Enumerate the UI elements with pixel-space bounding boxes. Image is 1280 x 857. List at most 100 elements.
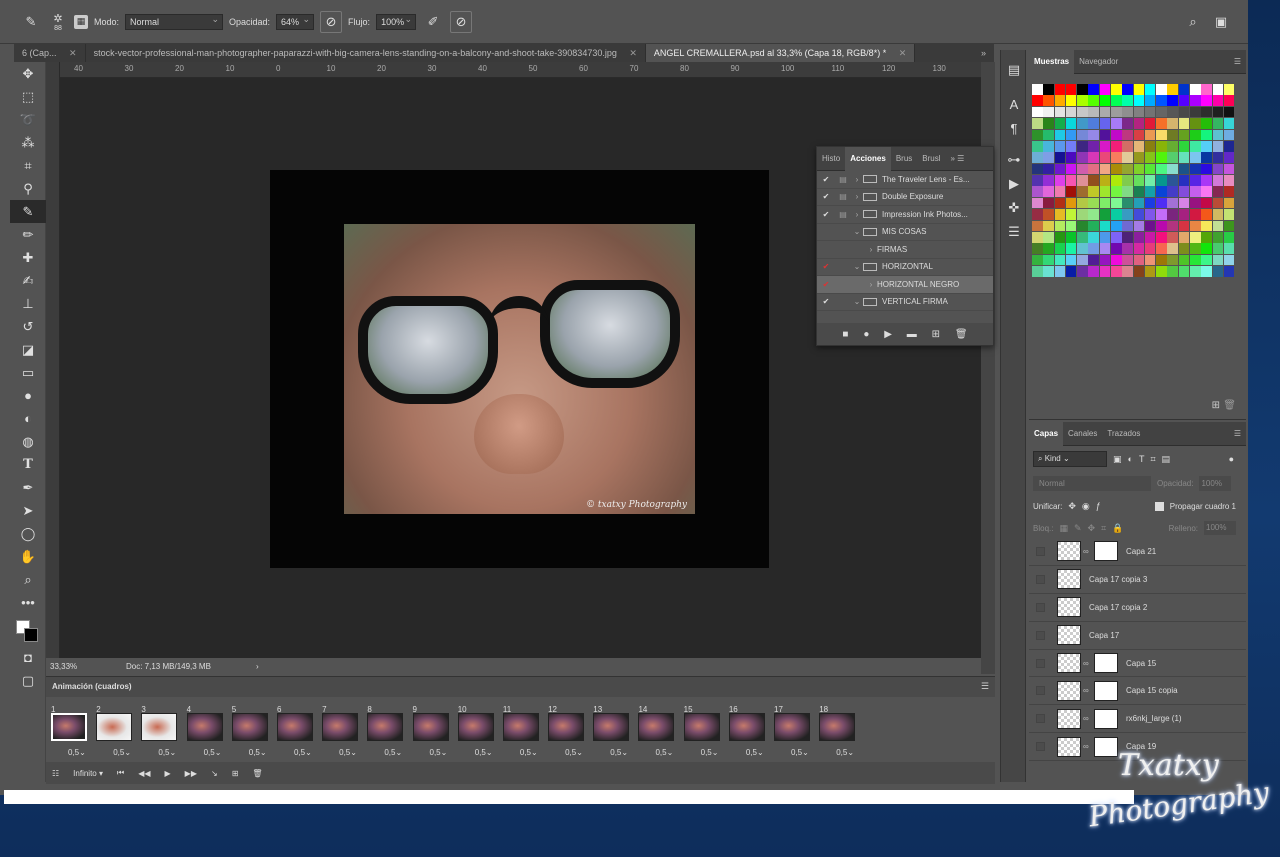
swatch[interactable] (1189, 197, 1201, 209)
swatch[interactable] (1032, 163, 1043, 175)
swatch[interactable] (1099, 220, 1111, 232)
swatch[interactable] (1065, 140, 1077, 152)
frame-delay[interactable]: 0,5⌄ (610, 748, 628, 757)
frame-delay[interactable]: 0,5⌄ (249, 748, 267, 757)
layer-row[interactable]: ∞ Capa 15 copia (1029, 677, 1246, 706)
action-row[interactable]: › FIRMAS (817, 241, 993, 259)
opacity-input[interactable]: 100% (1199, 475, 1232, 491)
swatch[interactable] (1178, 254, 1190, 266)
trash-icon[interactable]: 🗑 (252, 769, 262, 778)
frame-delay[interactable]: 0,5⌄ (158, 748, 176, 757)
swatch[interactable] (1065, 118, 1077, 129)
adjustments-icon[interactable]: ☰ (1001, 220, 1027, 244)
swatch[interactable] (1156, 243, 1167, 254)
swatch[interactable] (1212, 175, 1224, 186)
swatch[interactable] (1223, 266, 1235, 277)
brush-preset-picker[interactable]: ✲ 88 (48, 12, 68, 32)
frame-delay[interactable]: 0,5⌄ (294, 748, 312, 757)
swatch[interactable] (1054, 95, 1066, 107)
background-color[interactable] (24, 628, 38, 642)
swatch[interactable] (1099, 140, 1111, 152)
swatch[interactable] (1077, 163, 1088, 175)
swatch[interactable] (1212, 220, 1224, 232)
swatch[interactable] (1032, 106, 1043, 118)
animation-frame[interactable]: 17 0,5⌄ (771, 705, 816, 757)
lasso-tool-icon[interactable]: ➰ (10, 108, 46, 131)
swatch[interactable] (1099, 186, 1111, 198)
pressure-opacity-icon[interactable]: ⊘ (320, 10, 343, 33)
swatch[interactable] (1133, 254, 1145, 266)
swatch[interactable] (1122, 163, 1133, 175)
swatch[interactable] (1201, 118, 1212, 129)
frame-delay[interactable]: 0,5⌄ (475, 748, 493, 757)
swatch[interactable] (1212, 197, 1224, 209)
swatch[interactable] (1144, 231, 1156, 243)
dodge-tool-icon[interactable]: ◐ (10, 407, 46, 430)
frame-thumbnail[interactable] (502, 713, 539, 741)
swatch[interactable] (1133, 175, 1145, 186)
layer-thumbnail[interactable] (1057, 597, 1081, 618)
swatch[interactable] (1099, 163, 1111, 175)
swatch[interactable] (1156, 106, 1167, 118)
tab-1[interactable]: 6 (Cap... ✕ (14, 44, 86, 62)
swatch[interactable] (1077, 140, 1088, 152)
frame-thumbnail[interactable] (728, 713, 765, 741)
swatch[interactable] (1156, 140, 1167, 152)
status-arrow-icon[interactable]: › (256, 662, 259, 671)
frame-thumbnail[interactable] (457, 713, 494, 741)
swatch[interactable] (1077, 209, 1088, 220)
swatch[interactable] (1201, 84, 1212, 95)
swatch[interactable] (1043, 266, 1054, 277)
swatch[interactable] (1043, 106, 1054, 118)
opacity-input[interactable]: 64% (276, 12, 315, 30)
swatch[interactable] (1167, 220, 1178, 232)
swatch[interactable] (1110, 163, 1122, 175)
swatch[interactable] (1032, 254, 1043, 266)
swatch[interactable] (1156, 186, 1167, 198)
swatch[interactable] (1088, 140, 1099, 152)
action-row[interactable]: ✔ ⌄ VERTICAL FIRMA (817, 294, 993, 311)
layer-name[interactable]: Capa 15 (1126, 659, 1156, 668)
swatch[interactable] (1054, 106, 1066, 118)
frame-delay[interactable]: 0,5⌄ (701, 748, 719, 757)
swatch[interactable] (1201, 152, 1212, 163)
swatch[interactable] (1122, 254, 1133, 266)
swatch[interactable] (1122, 186, 1133, 198)
swatch[interactable] (1212, 118, 1224, 129)
new-swatch-icon[interactable]: ⊞ (1212, 400, 1220, 411)
eraser-tool-icon[interactable]: ◪ (10, 338, 46, 361)
frame-delay[interactable]: 0,5⌄ (339, 748, 357, 757)
propagate-checkbox[interactable] (1154, 501, 1164, 511)
hand-tool-icon[interactable]: ✋ (10, 545, 46, 568)
swatch[interactable] (1110, 266, 1122, 277)
swatch[interactable] (1212, 163, 1224, 175)
swatch[interactable] (1099, 129, 1111, 141)
swatch[interactable] (1043, 186, 1054, 198)
swatch[interactable] (1088, 231, 1099, 243)
swatch[interactable] (1212, 231, 1224, 243)
swatch[interactable] (1223, 231, 1235, 243)
swatch[interactable] (1223, 140, 1235, 152)
swatch[interactable] (1122, 140, 1133, 152)
layer-mask-thumbnail[interactable] (1094, 708, 1118, 729)
swatch[interactable] (1043, 140, 1054, 152)
animation-frame[interactable]: 1 0,5⌄ (48, 705, 93, 757)
swatch[interactable] (1088, 129, 1099, 141)
swatch[interactable] (1088, 266, 1099, 277)
swatch[interactable] (1088, 95, 1099, 107)
swatch[interactable] (1088, 220, 1099, 232)
swatch[interactable] (1201, 231, 1212, 243)
expand-arrow-icon[interactable]: ⌄ (851, 297, 863, 306)
swatch[interactable] (1110, 243, 1122, 254)
lock-artboard-icon[interactable]: ⌗ (1101, 523, 1106, 534)
visibility-toggle[interactable] (1029, 537, 1051, 565)
swatch[interactable] (1156, 152, 1167, 163)
more-tabs-icon[interactable]: » ☰ (946, 147, 970, 171)
swatch[interactable] (1201, 186, 1212, 198)
swatch[interactable] (1099, 254, 1111, 266)
swatch[interactable] (1065, 231, 1077, 243)
frame-delay[interactable]: 0,5⌄ (791, 748, 809, 757)
swatch[interactable] (1054, 220, 1066, 232)
swatch[interactable] (1088, 209, 1099, 220)
layer-mask-thumbnail[interactable] (1094, 541, 1118, 562)
